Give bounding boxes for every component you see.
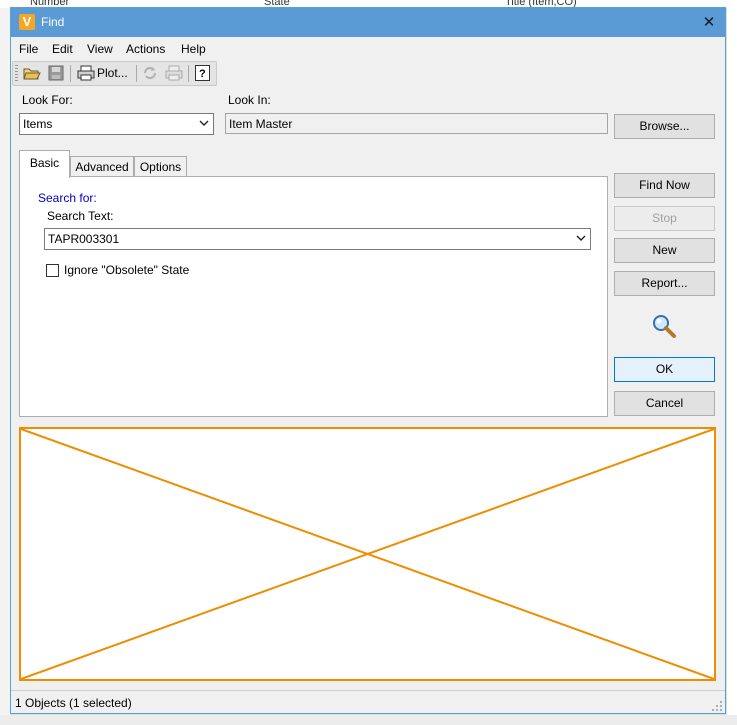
stop-button[interactable]: Stop [614,206,715,231]
browse-button[interactable]: Browse... [614,114,715,139]
toolbar-grip[interactable] [15,65,18,81]
ok-button[interactable]: OK [614,357,715,382]
save-icon[interactable] [48,65,64,81]
status-text: 1 Objects (1 selected) [15,696,132,710]
new-button[interactable]: New [614,238,715,263]
toolbar-separator [188,65,189,82]
search-for-label: Search for: [38,191,97,205]
preview-placeholder [19,427,716,681]
tab-advanced[interactable]: Advanced [70,156,134,177]
plot-button[interactable]: Plot... [97,66,128,80]
look-for-select[interactable]: Items [19,113,214,135]
open-folder-icon[interactable] [23,65,41,81]
look-in-field: Item Master [225,113,608,134]
background-right-edge [727,8,737,725]
tab-basic[interactable]: Basic [19,150,70,178]
print-disabled-icon [165,65,183,81]
background-left-edge [0,8,10,725]
printer-icon[interactable] [77,65,95,81]
tab-options[interactable]: Options [134,156,187,177]
chevron-down-icon[interactable] [576,232,586,244]
menu-view[interactable]: View [87,42,113,56]
vault-logo-icon: V [19,14,35,30]
refresh-icon [144,67,156,79]
menu-edit[interactable]: Edit [52,42,73,56]
find-now-button[interactable]: Find Now [614,173,715,198]
basic-tab-panel: Search for: Search Text: TAPR003301 Igno… [19,176,608,417]
ignore-obsolete-label: Ignore "Obsolete" State [64,263,190,277]
find-dialog: V Find ✕ File Edit View Actions Help Plo… [10,7,726,714]
toolbar-separator [136,65,137,82]
magnifier-icon [653,315,676,338]
menu-bar: File Edit View Actions Help [11,38,725,60]
search-text-value: TAPR003301 [48,232,120,246]
window-title: Find [41,15,65,29]
look-in-value: Item Master [229,117,293,131]
look-for-label: Look For: [22,93,73,107]
menu-actions[interactable]: Actions [126,42,165,56]
ignore-obsolete-checkbox[interactable] [46,264,59,277]
menu-file[interactable]: File [19,42,38,56]
empty-preview-cross [21,429,714,679]
close-button[interactable]: ✕ [693,8,725,37]
help-icon[interactable]: ? [195,65,210,81]
menu-help[interactable]: Help [181,42,206,56]
report-button[interactable]: Report... [614,271,715,296]
resize-grip-icon[interactable] [711,700,723,712]
title-bar[interactable]: V Find ✕ [11,8,725,37]
search-text-input[interactable]: TAPR003301 [44,228,591,250]
look-in-label: Look In: [228,93,271,107]
status-bar: 1 Objects (1 selected) [11,690,725,714]
chevron-down-icon [199,120,209,126]
toolbar: Plot... ? [12,61,217,86]
look-for-value: Items [23,117,53,131]
cancel-button[interactable]: Cancel [614,391,715,416]
toolbar-separator [70,65,71,82]
search-text-label: Search Text: [47,209,114,223]
svg-text:?: ? [199,68,206,80]
background-bottom-edge [0,715,737,725]
